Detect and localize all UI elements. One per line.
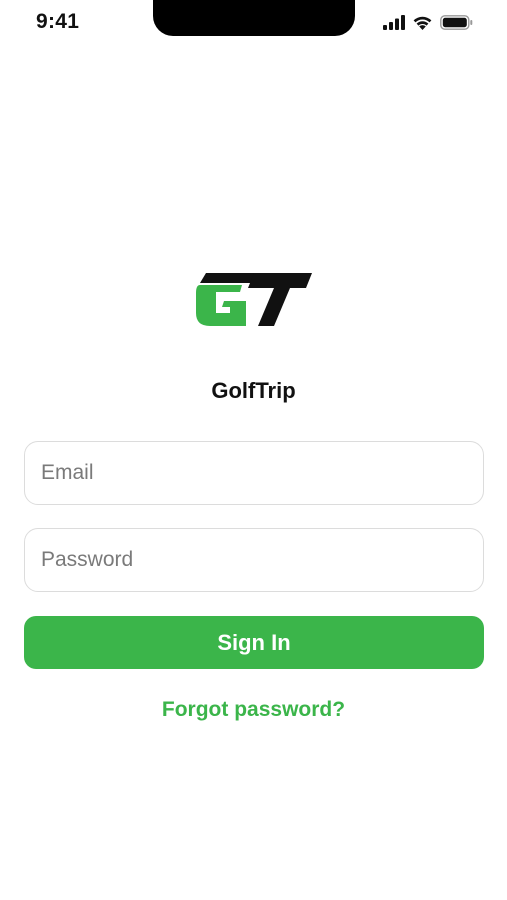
forgot-password-link[interactable]: Forgot password? xyxy=(0,698,507,722)
app-name: GolfTrip xyxy=(211,378,296,403)
device-notch xyxy=(153,0,355,36)
signal-icon xyxy=(383,15,405,30)
login-screen: 9:41 GolfTrip Email Sign In Forgot passw… xyxy=(0,0,507,900)
golftrip-logo xyxy=(196,273,312,326)
status-time: 9:41 xyxy=(36,10,80,33)
email-input[interactable] xyxy=(24,441,484,505)
battery-icon xyxy=(440,15,473,30)
status-icons xyxy=(383,15,473,30)
sign-in-button[interactable]: Sign In xyxy=(24,616,484,669)
wifi-icon xyxy=(412,15,433,30)
password-input[interactable] xyxy=(24,528,484,592)
status-bar: 9:41 xyxy=(0,0,507,48)
